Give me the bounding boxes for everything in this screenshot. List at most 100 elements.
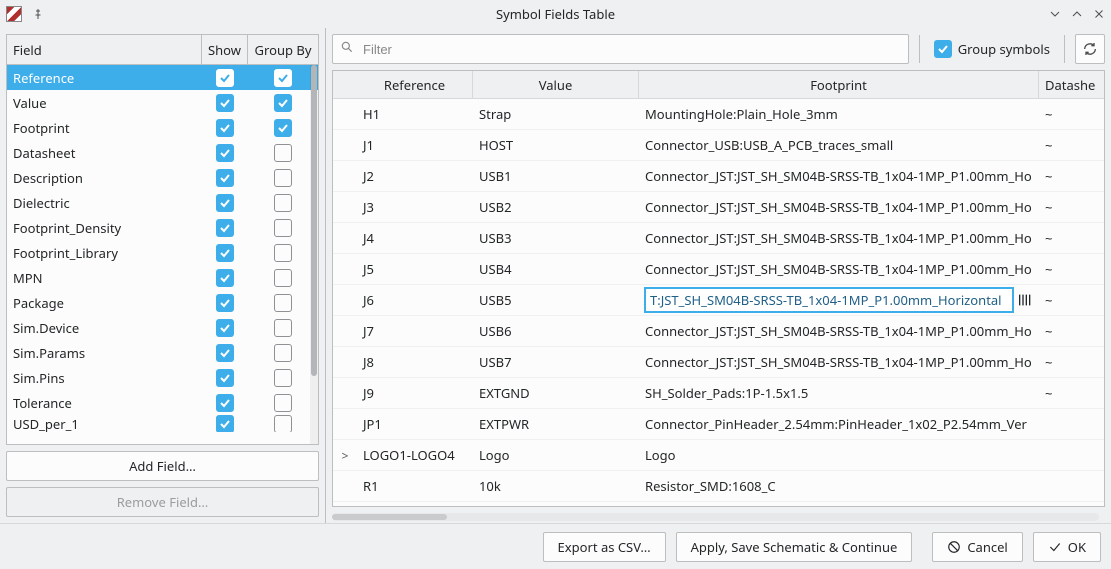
group-cell[interactable]: [248, 69, 318, 87]
checkbox-icon[interactable]: [274, 69, 292, 87]
expander-icon[interactable]: >: [333, 440, 357, 470]
field-row[interactable]: Dielectric: [7, 190, 318, 215]
cell-footprint[interactable]: Connector_JST:JST_SH_SM04B-SRSS-TB_1x04-…: [639, 316, 1039, 346]
cell-datasheet[interactable]: ~: [1039, 316, 1104, 346]
expander-icon[interactable]: >: [333, 502, 357, 506]
show-cell[interactable]: [202, 219, 248, 237]
table-row[interactable]: >R2-R5100kResistor_SMD:1608_C: [333, 502, 1104, 506]
cell-reference[interactable]: J3: [357, 192, 473, 222]
export-csv-button[interactable]: Export as CSV…: [543, 532, 666, 562]
cell-value[interactable]: USB4: [473, 254, 639, 284]
checkbox-icon[interactable]: [216, 219, 234, 237]
show-cell[interactable]: [202, 119, 248, 137]
checkbox-icon[interactable]: [274, 169, 292, 187]
show-cell[interactable]: [202, 94, 248, 112]
checkbox-icon[interactable]: [274, 219, 292, 237]
add-field-button[interactable]: Add Field…: [6, 451, 319, 481]
checkbox-icon[interactable]: [216, 394, 234, 412]
minimize-icon[interactable]: [1049, 8, 1061, 20]
cell-value[interactable]: Logo: [473, 440, 639, 470]
close-icon[interactable]: [1093, 8, 1105, 20]
cell-reference[interactable]: J9: [357, 378, 473, 408]
cell-reference[interactable]: J7: [357, 316, 473, 346]
group-cell[interactable]: [248, 319, 318, 337]
group-cell[interactable]: [248, 415, 318, 432]
cell-reference[interactable]: J5: [357, 254, 473, 284]
group-cell[interactable]: [248, 94, 318, 112]
group-symbols-checkbox[interactable]: [934, 40, 952, 58]
checkbox-icon[interactable]: [216, 94, 234, 112]
group-cell[interactable]: [248, 369, 318, 387]
ok-button[interactable]: OK: [1033, 532, 1101, 562]
checkbox-icon[interactable]: [216, 169, 234, 187]
show-cell[interactable]: [202, 269, 248, 287]
field-row[interactable]: Tolerance: [7, 390, 318, 415]
checkbox-icon[interactable]: [216, 269, 234, 287]
table-row[interactable]: JP1EXTPWRConnector_PinHeader_2.54mm:PinH…: [333, 409, 1104, 440]
table-row[interactable]: >LOGO1-LOGO4LogoLogo: [333, 440, 1104, 471]
cell-datasheet[interactable]: ~: [1039, 99, 1104, 129]
checkbox-icon[interactable]: [274, 294, 292, 312]
checkbox-icon[interactable]: [274, 394, 292, 412]
cell-datasheet[interactable]: ~: [1039, 347, 1104, 377]
fields-header-field[interactable]: Field: [7, 35, 202, 64]
field-row[interactable]: Sim.Pins: [7, 365, 318, 390]
cell-reference[interactable]: J6: [357, 285, 473, 315]
cell-value[interactable]: 10k: [473, 471, 639, 501]
cell-footprint[interactable]: Resistor_SMD:1608_C: [639, 471, 1039, 501]
cell-value[interactable]: USB1: [473, 161, 639, 191]
checkbox-icon[interactable]: [274, 244, 292, 262]
show-cell[interactable]: [202, 194, 248, 212]
cell-footprint[interactable]: Logo: [639, 440, 1039, 470]
table-row[interactable]: J9EXTGNDSH_Solder_Pads:1P-1.5x1.5~: [333, 378, 1104, 409]
table-row[interactable]: J3USB2Connector_JST:JST_SH_SM04B-SRSS-TB…: [333, 192, 1104, 223]
group-cell[interactable]: [248, 219, 318, 237]
checkbox-icon[interactable]: [216, 294, 234, 312]
cell-datasheet[interactable]: ~: [1039, 223, 1104, 253]
checkbox-icon[interactable]: [216, 194, 234, 212]
field-row[interactable]: MPN: [7, 265, 318, 290]
library-browser-icon[interactable]: [1017, 292, 1033, 308]
maximize-icon[interactable]: [1071, 8, 1083, 20]
show-cell[interactable]: [202, 369, 248, 387]
cell-footprint[interactable]: Connector_JST:JST_SH_SM04B-SRSS-TB_1x04-…: [639, 347, 1039, 377]
field-row[interactable]: Value: [7, 90, 318, 115]
cell-footprint[interactable]: MountingHole:Plain_Hole_3mm: [639, 99, 1039, 129]
cell-datasheet[interactable]: ~: [1039, 285, 1104, 315]
field-row[interactable]: Reference: [7, 65, 318, 90]
cell-reference[interactable]: J4: [357, 223, 473, 253]
cell-value[interactable]: Strap: [473, 99, 639, 129]
cell-reference[interactable]: J2: [357, 161, 473, 191]
checkbox-icon[interactable]: [216, 319, 234, 337]
field-row[interactable]: Sim.Device: [7, 315, 318, 340]
cell-footprint[interactable]: Connector_USB:USB_A_PCB_traces_small: [639, 130, 1039, 160]
checkbox-icon[interactable]: [274, 344, 292, 362]
cell-footprint[interactable]: T:JST_SH_SM04B-SRSS-TB_1x04-1MP_P1.00mm_…: [639, 285, 1039, 315]
cell-footprint[interactable]: SH_Solder_Pads:1P-1.5x1.5: [639, 378, 1039, 408]
cell-value[interactable]: USB2: [473, 192, 639, 222]
checkbox-icon[interactable]: [216, 69, 234, 87]
cell-footprint[interactable]: Connector_JST:JST_SH_SM04B-SRSS-TB_1x04-…: [639, 161, 1039, 191]
refresh-button[interactable]: [1075, 34, 1105, 64]
cell-datasheet[interactable]: ~: [1039, 378, 1104, 408]
checkbox-icon[interactable]: [274, 369, 292, 387]
group-cell[interactable]: [248, 294, 318, 312]
show-cell[interactable]: [202, 344, 248, 362]
col-footprint[interactable]: Footprint: [639, 71, 1039, 98]
cell-value[interactable]: EXTPWR: [473, 409, 639, 439]
cell-reference[interactable]: H1: [357, 99, 473, 129]
cell-reference[interactable]: R1: [357, 471, 473, 501]
cell-footprint[interactable]: Resistor_SMD:1608_C: [639, 502, 1039, 506]
cell-reference[interactable]: LOGO1-LOGO4: [357, 440, 473, 470]
col-value[interactable]: Value: [473, 71, 639, 98]
cell-value[interactable]: USB3: [473, 223, 639, 253]
cell-value[interactable]: 100k: [473, 502, 639, 506]
cell-datasheet[interactable]: ~: [1039, 192, 1104, 222]
group-symbols-toggle[interactable]: Group symbols: [930, 40, 1054, 58]
cell-datasheet[interactable]: [1039, 440, 1104, 470]
cell-datasheet[interactable]: ~: [1039, 161, 1104, 191]
checkbox-icon[interactable]: [274, 94, 292, 112]
table-body[interactable]: H1StrapMountingHole:Plain_Hole_3mm~J1HOS…: [333, 99, 1104, 506]
field-row[interactable]: Package: [7, 290, 318, 315]
cell-value[interactable]: EXTGND: [473, 378, 639, 408]
